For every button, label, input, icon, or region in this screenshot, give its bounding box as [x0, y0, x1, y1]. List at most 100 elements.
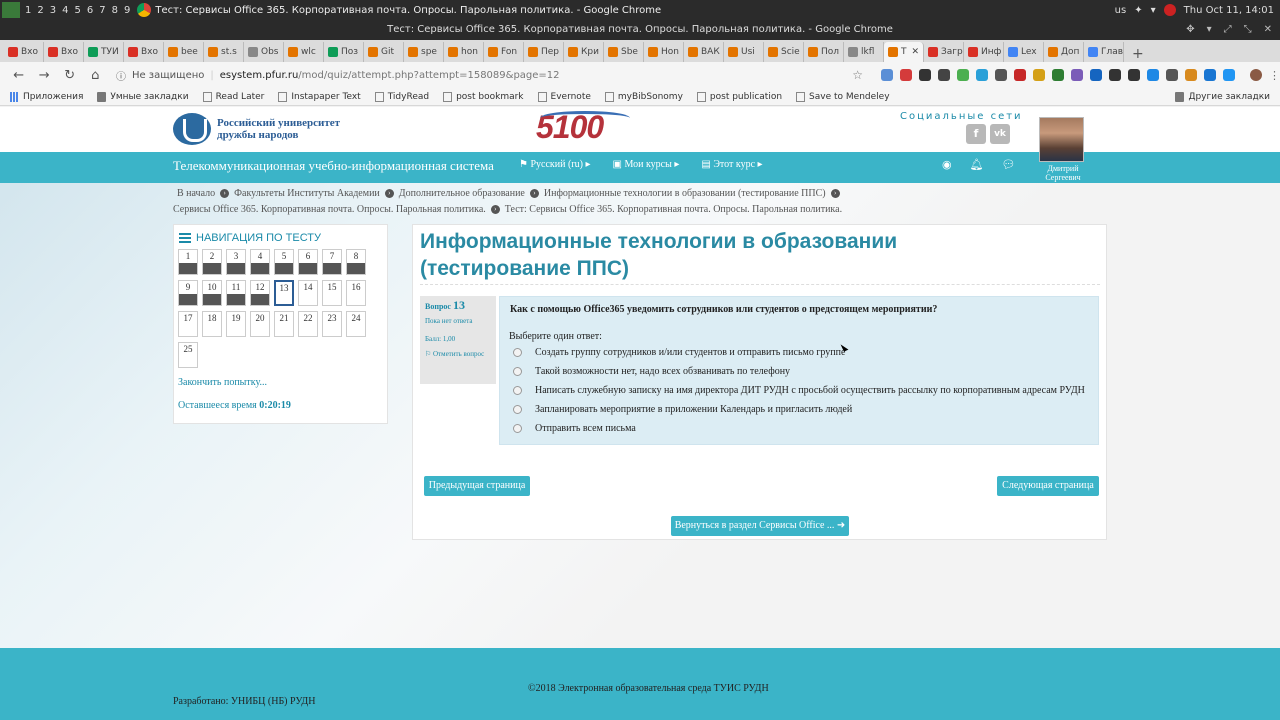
- extension-icon[interactable]: [1090, 69, 1103, 81]
- workspace-switcher[interactable]: 1 2 3 4 5 6 7 8 9: [2, 2, 133, 18]
- quiz-question-button[interactable]: 16: [346, 280, 366, 306]
- extension-icon[interactable]: [919, 69, 932, 81]
- browser-tab[interactable]: Вхо: [124, 42, 164, 62]
- bookmark-item[interactable]: Evernote: [537, 91, 591, 102]
- browser-tab[interactable]: Загр: [924, 42, 964, 62]
- reload-icon[interactable]: ↻: [59, 68, 80, 83]
- menu-this-course[interactable]: ▤ Этот курс ▸: [701, 159, 762, 170]
- extension-icon[interactable]: [1166, 69, 1179, 81]
- browser-tab[interactable]: Hon: [644, 42, 684, 62]
- workspace-9[interactable]: 9: [121, 5, 133, 16]
- browser-tab[interactable]: hon: [444, 42, 484, 62]
- browser-tab[interactable]: Scie: [764, 42, 804, 62]
- breadcrumb-item[interactable]: Дополнительное образование: [399, 188, 525, 199]
- extension-icon[interactable]: [995, 69, 1008, 81]
- university-logo[interactable]: Российский университет дружбы народов: [173, 113, 340, 145]
- answer-label[interactable]: Создать группу сотрудников и/или студент…: [535, 347, 845, 358]
- browser-tab[interactable]: ВАК: [684, 42, 724, 62]
- breadcrumb-item[interactable]: В начало: [177, 188, 215, 199]
- browser-tab[interactable]: Usi: [724, 42, 764, 62]
- answer-radio[interactable]: [513, 348, 522, 357]
- menu-my-courses[interactable]: ▣ Мои курсы ▸: [613, 159, 680, 170]
- quiz-question-button[interactable]: 14: [298, 280, 318, 306]
- browser-tab[interactable]: Инф: [964, 42, 1004, 62]
- answer-label[interactable]: Запланировать мероприятие в приложении К…: [535, 404, 852, 415]
- quiz-question-button[interactable]: 11: [226, 280, 246, 306]
- info-icon[interactable]: ⓘ: [116, 68, 126, 83]
- quiz-question-button[interactable]: 9: [178, 280, 198, 306]
- previous-page-button[interactable]: Предыдущая страница: [424, 476, 530, 496]
- bookmark-item[interactable]: post bookmark: [443, 91, 524, 102]
- url[interactable]: esystem.pfur.ru/mod/quiz/attempt.php?att…: [220, 70, 560, 81]
- home-icon[interactable]: ⌂: [84, 68, 105, 83]
- calendar-icon[interactable]: [1204, 69, 1217, 81]
- quiz-question-button[interactable]: 19: [226, 311, 246, 337]
- back-icon[interactable]: ←: [8, 68, 29, 83]
- dashboard-icon[interactable]: ◉: [942, 158, 952, 171]
- browser-tab[interactable]: Git: [364, 42, 404, 62]
- return-to-section-button[interactable]: Вернуться в раздел Сервисы Office ... ➜: [671, 516, 849, 536]
- bookmark-item[interactable]: TidyRead: [374, 91, 429, 102]
- extension-icon[interactable]: [1033, 69, 1046, 81]
- quiz-question-button[interactable]: 20: [250, 311, 270, 337]
- answer-option[interactable]: Написать служебную записку на имя директ…: [513, 385, 1085, 396]
- restore-icon[interactable]: ⤢: [1224, 20, 1232, 40]
- quiz-question-button[interactable]: 13: [274, 280, 294, 306]
- workspace-6[interactable]: 6: [84, 5, 96, 16]
- browser-tab[interactable]: lkfl: [844, 42, 884, 62]
- facebook-icon[interactable]: f: [966, 124, 986, 144]
- quiz-question-button[interactable]: 18: [202, 311, 222, 337]
- quiz-question-button[interactable]: 21: [274, 311, 294, 337]
- browser-tab[interactable]: ТУИ: [84, 42, 124, 62]
- menu-icon[interactable]: ⋮: [1269, 69, 1280, 82]
- answer-radio[interactable]: [513, 405, 522, 414]
- extension-icon[interactable]: [1109, 69, 1122, 81]
- flag-question-link[interactable]: ⚐ Отметить вопрос: [425, 349, 491, 360]
- quiz-question-button[interactable]: 3: [226, 249, 246, 275]
- browser-tab[interactable]: Доп: [1044, 42, 1084, 62]
- workspace-8[interactable]: 8: [109, 5, 121, 16]
- bookmark-star-icon[interactable]: ☆: [852, 68, 863, 82]
- app-menu-icon[interactable]: [2, 2, 20, 18]
- browser-tab[interactable]: Поз: [324, 42, 364, 62]
- bookmark-item[interactable]: post publication: [696, 91, 782, 102]
- browser-tab[interactable]: Fon: [484, 42, 524, 62]
- extension-icon[interactable]: [881, 69, 894, 81]
- bookmark-item[interactable]: Save to Mendeley: [796, 91, 890, 102]
- network-icon[interactable]: ▾: [1151, 5, 1156, 16]
- breadcrumb-item[interactable]: Тест: Сервисы Office 365. Корпоративная …: [505, 204, 842, 215]
- forward-icon[interactable]: →: [33, 68, 54, 83]
- address-bar[interactable]: ⓘ Не защищено | esystem.pfur.ru/mod/quiz…: [116, 65, 848, 85]
- quiz-question-button[interactable]: 7: [322, 249, 342, 275]
- answer-label[interactable]: Отправить всем письма: [535, 423, 636, 434]
- maximize-icon[interactable]: ⤡: [1244, 20, 1252, 40]
- user-status-icon[interactable]: [1163, 4, 1176, 16]
- finish-attempt-link[interactable]: Закончить попытку...: [178, 377, 267, 388]
- workspace-2[interactable]: 2: [34, 5, 46, 16]
- quiz-question-button[interactable]: 12: [250, 280, 270, 306]
- quiz-question-button[interactable]: 4: [250, 249, 270, 275]
- profile-avatar-icon[interactable]: [1250, 69, 1263, 81]
- answer-option[interactable]: Отправить всем письма: [513, 423, 636, 434]
- extension-icon[interactable]: [1147, 69, 1160, 81]
- quiz-question-button[interactable]: 6: [298, 249, 318, 275]
- minimize-icon[interactable]: ▾: [1207, 20, 1212, 40]
- quiz-question-button[interactable]: 1: [178, 249, 198, 275]
- bookmark-folder[interactable]: Умные закладки: [97, 91, 189, 102]
- breadcrumb-item[interactable]: Информационные технологии в образовании …: [544, 188, 826, 199]
- browser-tab[interactable]: Obs: [244, 42, 284, 62]
- breadcrumb-item[interactable]: Факультеты Институты Академии: [234, 188, 380, 199]
- vk-icon[interactable]: vk: [990, 124, 1010, 144]
- extension-icon[interactable]: [1128, 69, 1141, 81]
- answer-radio[interactable]: [513, 367, 522, 376]
- quiz-question-button[interactable]: 25: [178, 342, 198, 368]
- quiz-question-button[interactable]: 2: [202, 249, 222, 275]
- extension-icon[interactable]: [1185, 69, 1198, 81]
- extension-icon[interactable]: [1014, 69, 1027, 81]
- quiz-question-button[interactable]: 24: [346, 311, 366, 337]
- bookmark-item[interactable]: myBibSonomy: [604, 91, 683, 102]
- browser-tab[interactable]: Sbe: [604, 42, 644, 62]
- quiz-question-button[interactable]: 10: [202, 280, 222, 306]
- quiz-question-button[interactable]: 8: [346, 249, 366, 275]
- bookmark-item[interactable]: Instapaper Text: [278, 91, 361, 102]
